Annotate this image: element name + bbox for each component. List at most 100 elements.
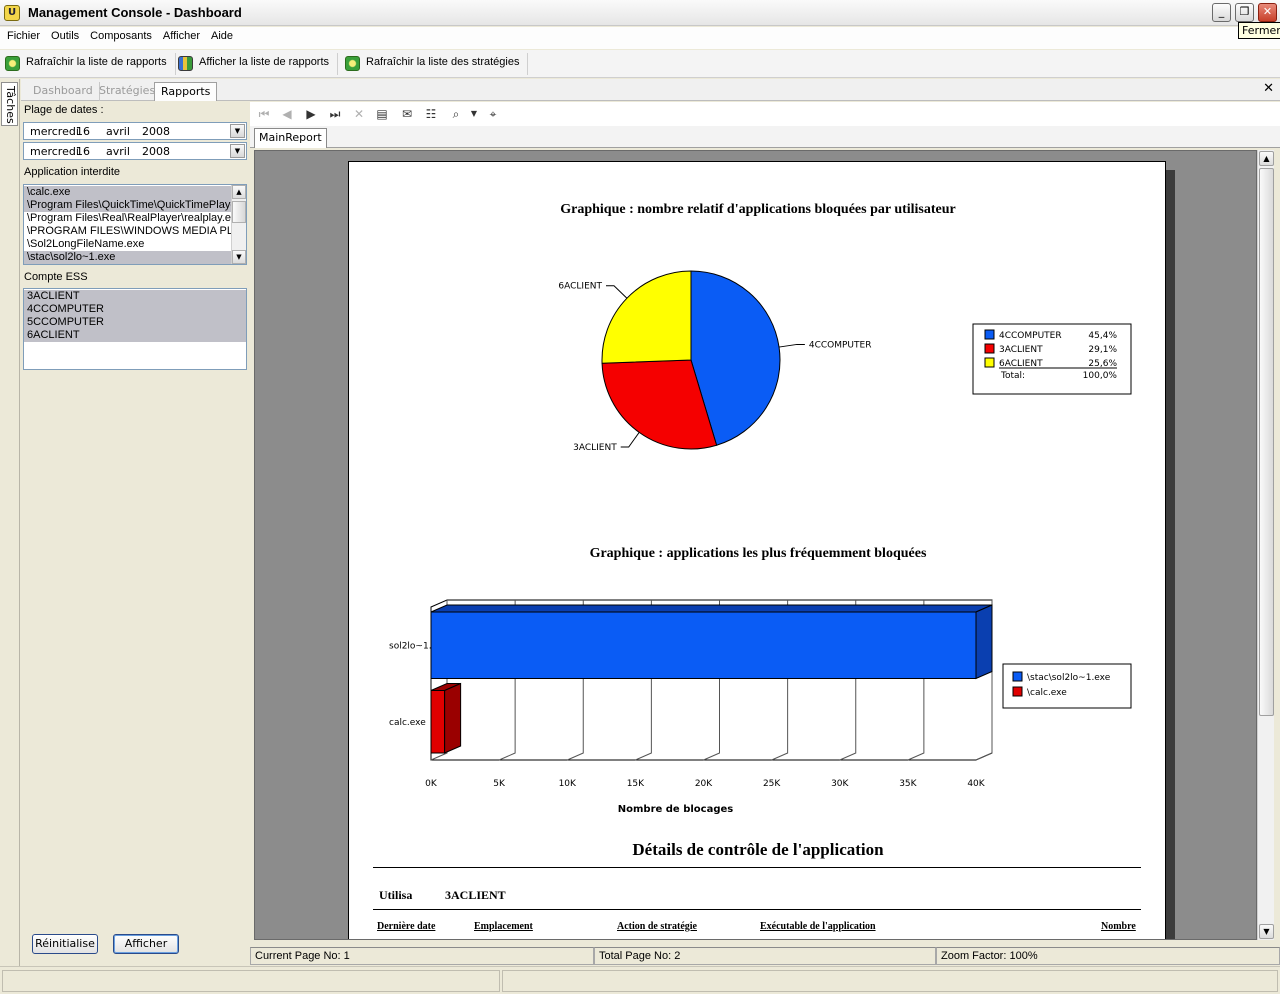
pie-leader-line	[778, 343, 805, 348]
close-button[interactable]: ✕	[1258, 3, 1277, 22]
scroll-thumb[interactable]	[1259, 168, 1274, 716]
title-bar: U Management Console - Dashboard _ ❐ ✕	[0, 0, 1280, 26]
user-value: 3ACLIENT	[445, 888, 506, 902]
list-item[interactable]: 6ACLIENT	[24, 329, 246, 342]
bar-x-tick-label: 5K	[493, 779, 506, 789]
report-status-bar: Current Page No: 1 Total Page No: 2 Zoom…	[250, 946, 1280, 966]
last-page-icon[interactable]: ⏭	[327, 106, 343, 122]
bar-chart: 0K 5K 10K 15K 20K 25K 30K 35K 40K sol2lo~1. calc.e…	[389, 599, 1132, 815]
tab-mainreport[interactable]: MainReport	[254, 128, 327, 148]
minimize-button[interactable]: _	[1212, 3, 1231, 22]
pie-chart: 4CCOMPUTER 3ACLIENT 6ACLIENT 4CCOMPUTER 45,4…	[558, 270, 1132, 453]
zoom-icon[interactable]: ⌕	[448, 106, 464, 122]
pie-leader-line	[620, 432, 640, 448]
date-from-day: 16	[76, 125, 90, 138]
scroll-thumb[interactable]	[232, 201, 246, 223]
scroll-down-icon[interactable]: ▼	[232, 250, 246, 264]
side-strip: Tâches	[0, 79, 20, 966]
print-icon[interactable]: ▤	[374, 106, 390, 122]
scroll-up-icon[interactable]: ▲	[232, 185, 246, 199]
bar-mark	[430, 611, 977, 679]
bar-mark-top	[430, 604, 993, 613]
refresh-icon	[5, 56, 20, 71]
close-tab-icon[interactable]: ✕	[1263, 81, 1274, 96]
blocked-app-list[interactable]: \calc.exe \Program Files\QuickTime\Quick…	[23, 184, 247, 265]
details-title: Détails de contrôle de l'application	[632, 840, 884, 859]
pie-slice-label: 3ACLIENT	[573, 443, 617, 453]
bar-category-label: calc.exe	[389, 718, 426, 728]
menu-outils[interactable]: Outils	[47, 27, 83, 45]
list-item[interactable]: 5CCOMPUTER	[24, 316, 246, 329]
list-item[interactable]: 4CCOMPUTER	[24, 303, 246, 316]
blocked-app-scrollbar[interactable]: ▲ ▼	[231, 185, 246, 264]
list-item[interactable]: 3ACLIENT	[24, 290, 246, 303]
pie-chart-title: Graphique : nombre relatif d'application…	[560, 202, 956, 217]
column-header: Nombre	[1101, 921, 1136, 932]
restore-button[interactable]: ❐	[1235, 3, 1254, 22]
app-status-bar	[0, 966, 1280, 994]
tasks-side-tab[interactable]: Tâches	[1, 82, 18, 126]
bar-x-tick-label: 25K	[763, 779, 781, 789]
date-from-weekday: mercredi	[30, 125, 79, 138]
menu-aide[interactable]: Aide	[207, 27, 237, 45]
show-reports-button[interactable]: Afficher la liste de rapports	[173, 53, 339, 75]
tab-strategies[interactable]: Stratégies	[93, 82, 163, 101]
ess-account-label: Compte ESS	[24, 271, 88, 283]
status-segment	[502, 970, 1278, 992]
bar-mark-side	[975, 604, 993, 680]
refresh-strategies-button[interactable]: Rafraîchir la liste des stratégies	[340, 53, 529, 75]
chevron-down-icon[interactable]: ▼	[466, 106, 482, 122]
bar-x-tick-label: 40K	[967, 779, 985, 789]
list-item[interactable]: \Sol2LongFileName.exe	[24, 238, 232, 251]
menu-afficher[interactable]: Afficher	[159, 27, 204, 45]
tab-dashboard[interactable]: Dashboard	[27, 82, 100, 101]
pie-legend-swatch	[984, 357, 995, 368]
bar-chart-title: Graphique : applications les plus fréque…	[589, 546, 927, 561]
previous-page-icon[interactable]: ◀	[279, 106, 295, 122]
chevron-down-icon[interactable]: ▼	[230, 144, 245, 158]
stop-icon[interactable]: ✕	[351, 106, 367, 122]
close-tooltip: Fermer	[1238, 22, 1280, 39]
date-to-day: 16	[76, 145, 90, 158]
first-page-icon[interactable]: ⏮	[256, 106, 272, 122]
blocked-app-label: Application interdite	[24, 166, 121, 178]
menu-composants[interactable]: Composants	[86, 27, 156, 45]
show-button[interactable]: Afficher	[113, 934, 179, 954]
date-from-picker[interactable]: mercredi 16 avril 2008 ▼	[23, 122, 247, 140]
export-icon[interactable]: ✉	[399, 106, 415, 122]
scroll-down-icon[interactable]: ▼	[1259, 924, 1274, 939]
column-header: Action de stratégie	[617, 921, 697, 932]
pie-legend-total-value: 100,0%	[1083, 371, 1118, 381]
list-item[interactable]: \PROGRAM FILES\WINDOWS MEDIA PLAYER\wmpl…	[24, 225, 232, 238]
tasks-side-tab-label: Tâches	[4, 86, 17, 124]
list-item[interactable]: \Program Files\QuickTime\QuickTimePlayer…	[24, 199, 232, 212]
refresh-strategies-label: Rafraîchir la liste des stratégies	[366, 56, 520, 68]
pie-legend-label: 4CCOMPUTER	[999, 331, 1062, 341]
tab-rapports[interactable]: Rapports	[154, 82, 218, 101]
group-tree-icon[interactable]: ☷	[423, 106, 439, 122]
report-tab-bar: MainReport	[250, 126, 1280, 148]
ess-account-list[interactable]: 3ACLIENT 4CCOMPUTER 5CCOMPUTER 6ACLIENT	[23, 288, 247, 370]
pie-slice-label: 4CCOMPUTER	[809, 340, 872, 350]
refresh-reports-button[interactable]: Rafraîchir la liste de rapports	[0, 53, 176, 75]
bar-x-tick-label: 10K	[559, 779, 577, 789]
next-page-icon[interactable]: ▶	[303, 106, 319, 122]
list-item[interactable]: \calc.exe	[24, 186, 232, 199]
menu-fichier[interactable]: Fichier	[3, 27, 44, 45]
bar-category-label: sol2lo~1.	[389, 641, 432, 651]
menu-bar: Fichier Outils Composants Afficher Aide	[0, 27, 1280, 49]
divider	[373, 867, 1141, 868]
date-to-month: avril	[106, 145, 130, 158]
pie-legend-value: 29,1%	[1088, 345, 1117, 355]
report-page: Graphique : nombre relatif d'application…	[348, 161, 1166, 939]
chevron-down-icon[interactable]: ▼	[230, 124, 245, 138]
search-icon[interactable]: ⌖	[485, 106, 501, 122]
list-item[interactable]: \Program Files\Real\RealPlayer\realplay.…	[24, 212, 232, 225]
report-scrollbar[interactable]: ▲ ▼	[1257, 150, 1274, 940]
date-to-year: 2008	[142, 145, 170, 158]
pie-legend-label: 3ACLIENT	[999, 345, 1043, 355]
reset-button[interactable]: Réinitialise	[32, 934, 98, 954]
date-to-picker[interactable]: mercredi 16 avril 2008 ▼	[23, 142, 247, 160]
list-item[interactable]: \stac\sol2lo~1.exe	[24, 251, 232, 264]
scroll-up-icon[interactable]: ▲	[1259, 151, 1274, 166]
